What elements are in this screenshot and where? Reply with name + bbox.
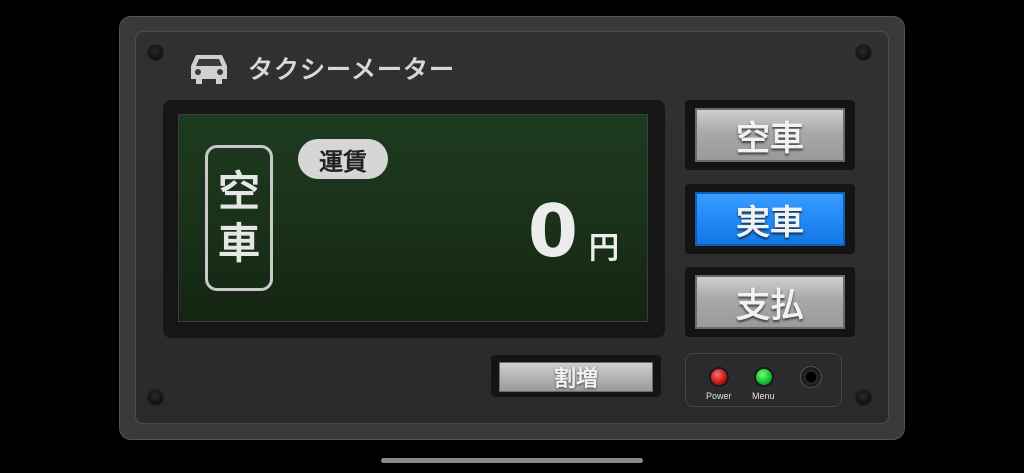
screw-bottom-right-icon <box>856 390 871 405</box>
screw-top-left-icon <box>148 45 163 60</box>
menu-label: Menu <box>752 391 775 401</box>
screw-bottom-left-icon <box>148 390 163 405</box>
vacant-button[interactable]: 空車 <box>695 108 845 162</box>
app-title: タクシーメーター <box>248 55 456 84</box>
fare-unit: 円 <box>589 231 619 266</box>
status-char: 車 <box>217 219 260 268</box>
status-indicator: 空 車 <box>205 145 273 291</box>
home-indicator[interactable] <box>381 458 643 463</box>
menu-led-button[interactable] <box>754 367 774 387</box>
screw-top-right-icon <box>856 45 871 60</box>
payment-button[interactable]: 支払 <box>695 275 845 329</box>
power-label: Power <box>706 391 732 401</box>
fare-amount: 0 <box>527 189 578 273</box>
header: タクシーメーター <box>187 50 455 86</box>
headphone-jack-icon <box>800 366 822 388</box>
power-led-button[interactable] <box>709 367 729 387</box>
occupied-button[interactable]: 実車 <box>695 192 845 246</box>
fare-badge: 運賃 <box>298 139 388 179</box>
car-icon <box>191 55 227 84</box>
status-char: 空 <box>217 167 260 216</box>
surcharge-button[interactable]: 割増 <box>499 362 653 392</box>
